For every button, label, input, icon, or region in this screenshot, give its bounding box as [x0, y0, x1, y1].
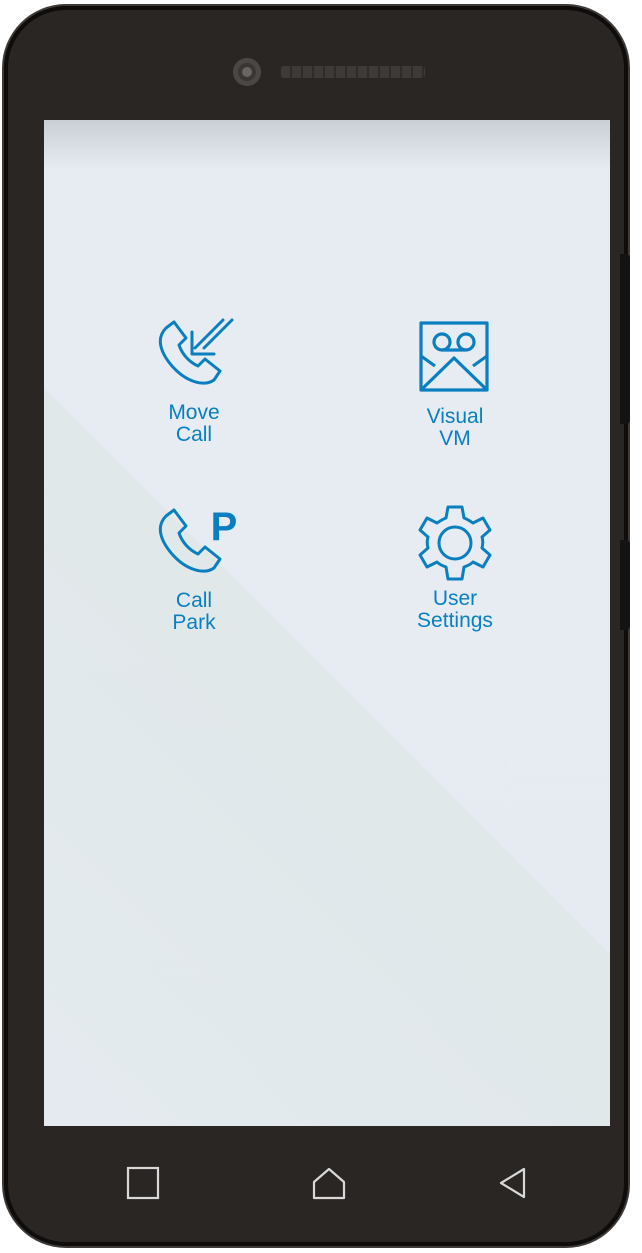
volume-button: [620, 254, 630, 424]
call-park-icon: P: [158, 505, 238, 573]
app-visual-vm[interactable]: Visual VM: [375, 320, 535, 450]
back-button[interactable]: [494, 1164, 534, 1204]
app-label-visual-vm: Visual VM: [426, 405, 484, 450]
home-button[interactable]: [310, 1164, 350, 1204]
front-camera: [233, 58, 261, 86]
power-button: [620, 540, 630, 630]
app-move-call[interactable]: Move Call: [114, 314, 274, 446]
voicemail-envelope-icon: [419, 321, 489, 392]
app-label-user-settings: User Settings: [417, 587, 493, 632]
back-triangle-icon: [499, 1167, 526, 1199]
earpiece-speaker: [281, 66, 425, 78]
move-call-icon: [158, 318, 234, 385]
app-call-park[interactable]: P Call Park: [114, 502, 274, 634]
home-icon: [312, 1167, 346, 1200]
app-label-call-park: Call Park: [172, 589, 216, 634]
phone-frame: Move Call Visual VM P Call Park User Set…: [4, 6, 630, 1246]
home-screen: Move Call Visual VM P Call Park User Set…: [44, 120, 610, 1126]
gear-icon: [418, 505, 492, 581]
app-user-settings[interactable]: User Settings: [375, 500, 535, 632]
navigation-bar: [44, 1126, 610, 1236]
recents-square-icon: [126, 1166, 160, 1200]
svg-text:P: P: [211, 505, 238, 549]
app-label-move-call: Move Call: [168, 401, 220, 446]
recents-button[interactable]: [124, 1164, 164, 1204]
